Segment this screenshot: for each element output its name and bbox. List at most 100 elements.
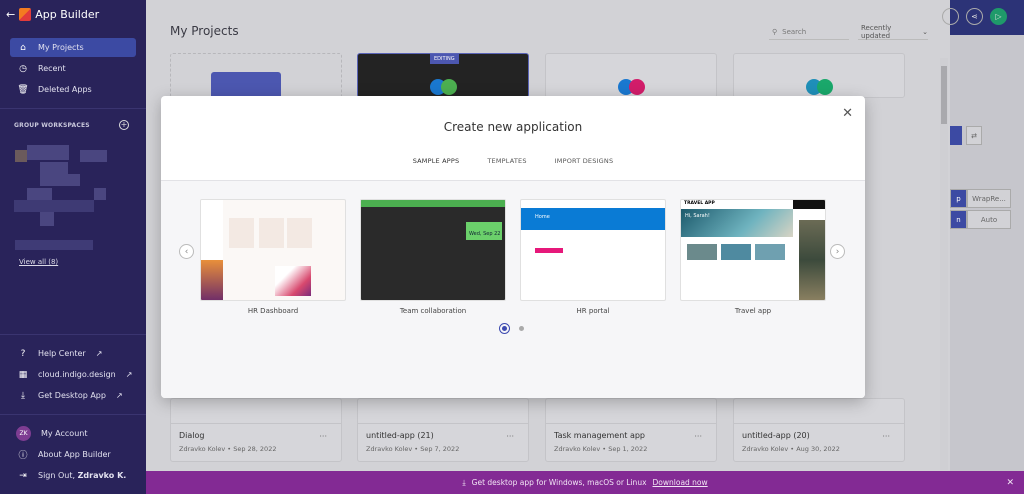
add-workspace-icon[interactable]: +	[119, 120, 129, 130]
project-card[interactable]: untitled-app (21) Zdravko Kolev • Sep 7, …	[357, 398, 529, 462]
home-icon: ⌂	[20, 42, 26, 53]
grid-icon: ▦	[18, 369, 28, 380]
user-name: Zdravko K.	[77, 471, 127, 480]
sign-out-label: Sign Out,	[38, 471, 76, 480]
divider	[0, 334, 146, 335]
link-label: About App Builder	[38, 450, 111, 459]
team-collaboration-thumbnail: Wed, Sep 22	[360, 199, 506, 301]
scrollbar[interactable]	[940, 58, 948, 470]
sign-out-icon: ⇥	[19, 470, 27, 481]
sidebar-item-deleted-apps[interactable]: 🗑 Deleted Apps	[10, 80, 136, 99]
trash-icon: 🗑	[17, 84, 29, 95]
nav-label: Recent	[38, 64, 66, 73]
desktop-app-banner: ⤓ Get desktop app for Windows, macOS or …	[146, 471, 1024, 494]
new-project-card[interactable]	[170, 53, 342, 99]
app-title: App Builder	[35, 8, 100, 21]
segment-button[interactable]: n	[950, 210, 967, 229]
new-app-illustration	[211, 72, 281, 99]
project-logo-icon	[430, 79, 457, 95]
page-dot[interactable]	[519, 326, 524, 331]
samples-carousel: ‹ › HR Dashboard Wed, Sep 22 Team collab…	[161, 180, 865, 398]
project-card-editing[interactable]: EDITING	[357, 53, 529, 98]
travel-app-thumbnail: TRAVEL APP Hi, Sarah!	[680, 199, 826, 301]
divider	[0, 414, 146, 415]
app-builder-logo-icon	[19, 8, 32, 21]
group-workspaces-heading: GROUP WORKSPACES	[14, 122, 90, 129]
more-icon[interactable]: ···	[319, 432, 327, 441]
sample-label: HR portal	[576, 307, 610, 315]
sidebar: ← App Builder ⌂ My Projects ◷ Recent 🗑 Dele…	[0, 0, 146, 494]
sort-value: Recently updated	[861, 23, 892, 40]
divider	[0, 108, 146, 109]
view-all-workspaces-link[interactable]: View all (8)	[19, 258, 58, 266]
arrow-left-icon[interactable]: ←	[6, 8, 15, 21]
cloud-indigo-link[interactable]: ▦ cloud.indigo.design ↗	[10, 365, 136, 384]
sidebar-item-recent[interactable]: ◷ Recent	[10, 59, 136, 78]
sort-dropdown[interactable]: Recently updated ⌄	[858, 24, 928, 40]
my-account-link[interactable]: ZK My Account	[10, 424, 136, 443]
scrollbar-thumb[interactable]	[941, 66, 947, 124]
project-card[interactable]	[733, 53, 905, 98]
more-icon[interactable]: ···	[882, 432, 890, 441]
project-logo-icon	[806, 79, 833, 95]
page-title: My Projects	[170, 24, 239, 38]
run-icon[interactable]: ▷	[990, 8, 1007, 25]
help-center-link[interactable]: ? Help Center ↗	[10, 344, 136, 363]
sample-label: HR Dashboard	[247, 307, 299, 315]
hr-dashboard-thumbnail	[200, 199, 346, 301]
swap-icon[interactable]: ⇄	[966, 126, 982, 145]
link-label: Get Desktop App	[38, 391, 106, 400]
modal-title: Create new application	[443, 120, 583, 134]
download-now-link[interactable]: Download now	[653, 478, 708, 487]
sample-label: Team collaboration	[399, 307, 467, 315]
avatar: ZK	[16, 426, 31, 441]
app-logo[interactable]: ← App Builder	[6, 8, 99, 21]
segment-button[interactable]: p	[950, 189, 967, 208]
link-label: cloud.indigo.design	[38, 370, 116, 379]
create-app-modal: Create new application ✕ SAMPLE APPS TEM…	[161, 96, 865, 398]
project-title[interactable]: Dialog	[179, 431, 204, 440]
sample-travel-app[interactable]: TRAVEL APP Hi, Sarah! Travel app	[680, 199, 826, 315]
project-title[interactable]: untitled-app (20)	[742, 431, 810, 440]
segment-button[interactable]	[950, 126, 962, 145]
search-input[interactable]: ⚲ Search	[769, 24, 849, 40]
project-card[interactable]	[545, 53, 717, 98]
external-link-icon: ↗	[125, 370, 133, 379]
clock-icon: ◷	[19, 63, 27, 74]
download-icon: ⤓	[21, 390, 25, 401]
link-label: Help Center	[38, 349, 86, 358]
auto-button[interactable]: Auto	[967, 210, 1011, 229]
project-card[interactable]: untitled-app (20) Zdravko Kolev • Aug 30,…	[733, 398, 905, 462]
external-link-icon: ↗	[115, 391, 123, 400]
editing-badge: EDITING	[430, 54, 459, 64]
sample-hr-portal[interactable]: Home HR portal	[520, 199, 666, 315]
download-icon: ⤓	[462, 477, 466, 487]
project-title[interactable]: untitled-app (21)	[366, 431, 434, 440]
sidebar-item-my-projects[interactable]: ⌂ My Projects	[10, 38, 136, 57]
project-meta: Zdravko Kolev • Sep 1, 2022	[554, 445, 648, 453]
share-icon[interactable]: ⋖	[966, 8, 983, 25]
get-desktop-app-link[interactable]: ⤓ Get Desktop App ↗	[10, 386, 136, 405]
project-title[interactable]: Task management app	[554, 431, 645, 440]
about-link[interactable]: ⓘ About App Builder	[10, 445, 136, 464]
sample-team-collaboration[interactable]: Wed, Sep 22 Team collaboration	[360, 199, 506, 315]
toolbar-icon[interactable]	[942, 8, 959, 25]
sample-hr-dashboard[interactable]: HR Dashboard	[200, 199, 346, 315]
wrap-button[interactable]: WrapRe...	[967, 189, 1011, 208]
project-card[interactable]: Task management app Zdravko Kolev • Sep 1…	[545, 398, 717, 462]
more-icon[interactable]: ···	[694, 432, 702, 441]
chevron-right-icon[interactable]: ›	[830, 244, 845, 259]
chevron-left-icon[interactable]: ‹	[179, 244, 194, 259]
project-meta: Zdravko Kolev • Aug 30, 2022	[742, 445, 840, 453]
chevron-down-icon: ⌄	[922, 27, 928, 36]
sign-out-link[interactable]: ⇥ Sign Out, Zdravko K.	[10, 466, 136, 485]
close-icon[interactable]: ✕	[1006, 478, 1014, 488]
page-dot-active[interactable]	[499, 323, 510, 334]
project-card[interactable]: Dialog Zdravko Kolev • Sep 28, 2022 ···	[170, 398, 342, 462]
nav-label: Deleted Apps	[38, 85, 92, 94]
more-icon[interactable]: ···	[506, 432, 514, 441]
close-icon[interactable]: ✕	[842, 106, 853, 121]
help-icon: ?	[20, 348, 26, 359]
properties-panel: ⋖ ▷ ⇄ p WrapRe... n Auto	[942, 0, 1024, 471]
carousel-pagination	[499, 323, 524, 334]
